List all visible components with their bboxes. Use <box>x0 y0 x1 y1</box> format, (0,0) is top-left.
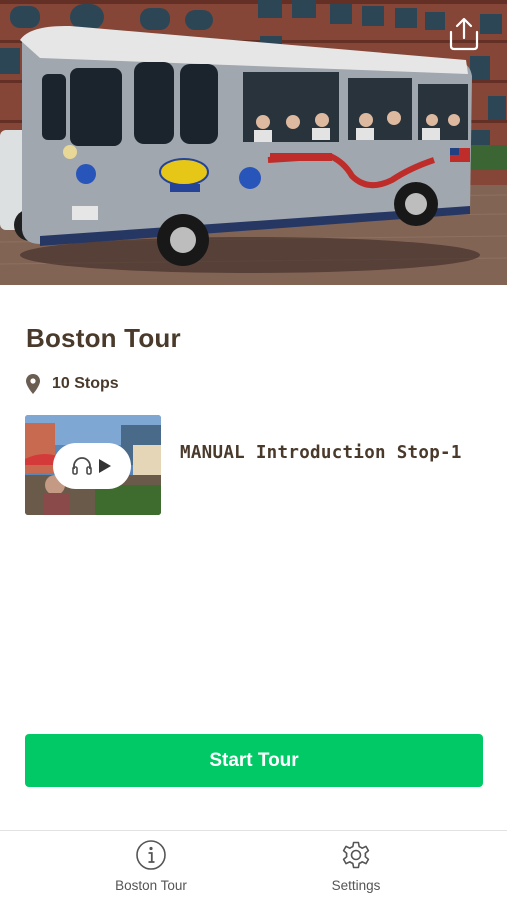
play-icon <box>99 459 111 473</box>
tab-boston-tour[interactable]: Boston Tour <box>66 831 236 900</box>
tab-label: Boston Tour <box>115 878 187 893</box>
stop-list-item[interactable]: MANUAL Introduction Stop-1 <box>25 415 485 515</box>
tab-label: Settings <box>331 878 381 893</box>
stop-title: MANUAL Introduction Stop-1 <box>180 443 462 463</box>
tour-hero-image <box>0 0 507 285</box>
start-tour-button[interactable]: Start Tour <box>25 734 483 787</box>
trolley-photo <box>0 0 507 285</box>
bottom-tab-bar: Boston Tour Settings <box>0 830 507 900</box>
tab-settings[interactable]: Settings <box>271 831 441 900</box>
share-icon <box>449 17 479 51</box>
stops-count-row: 10 Stops <box>26 373 119 395</box>
stop-thumbnail <box>25 415 161 515</box>
location-pin-icon <box>26 374 40 394</box>
tour-title: Boston Tour <box>26 323 181 353</box>
headphones-icon <box>72 457 92 475</box>
audio-play-button[interactable] <box>53 443 131 489</box>
info-icon <box>136 840 166 870</box>
gear-icon <box>342 841 370 869</box>
stops-count: 10 Stops <box>52 375 119 392</box>
share-button[interactable] <box>445 14 483 52</box>
